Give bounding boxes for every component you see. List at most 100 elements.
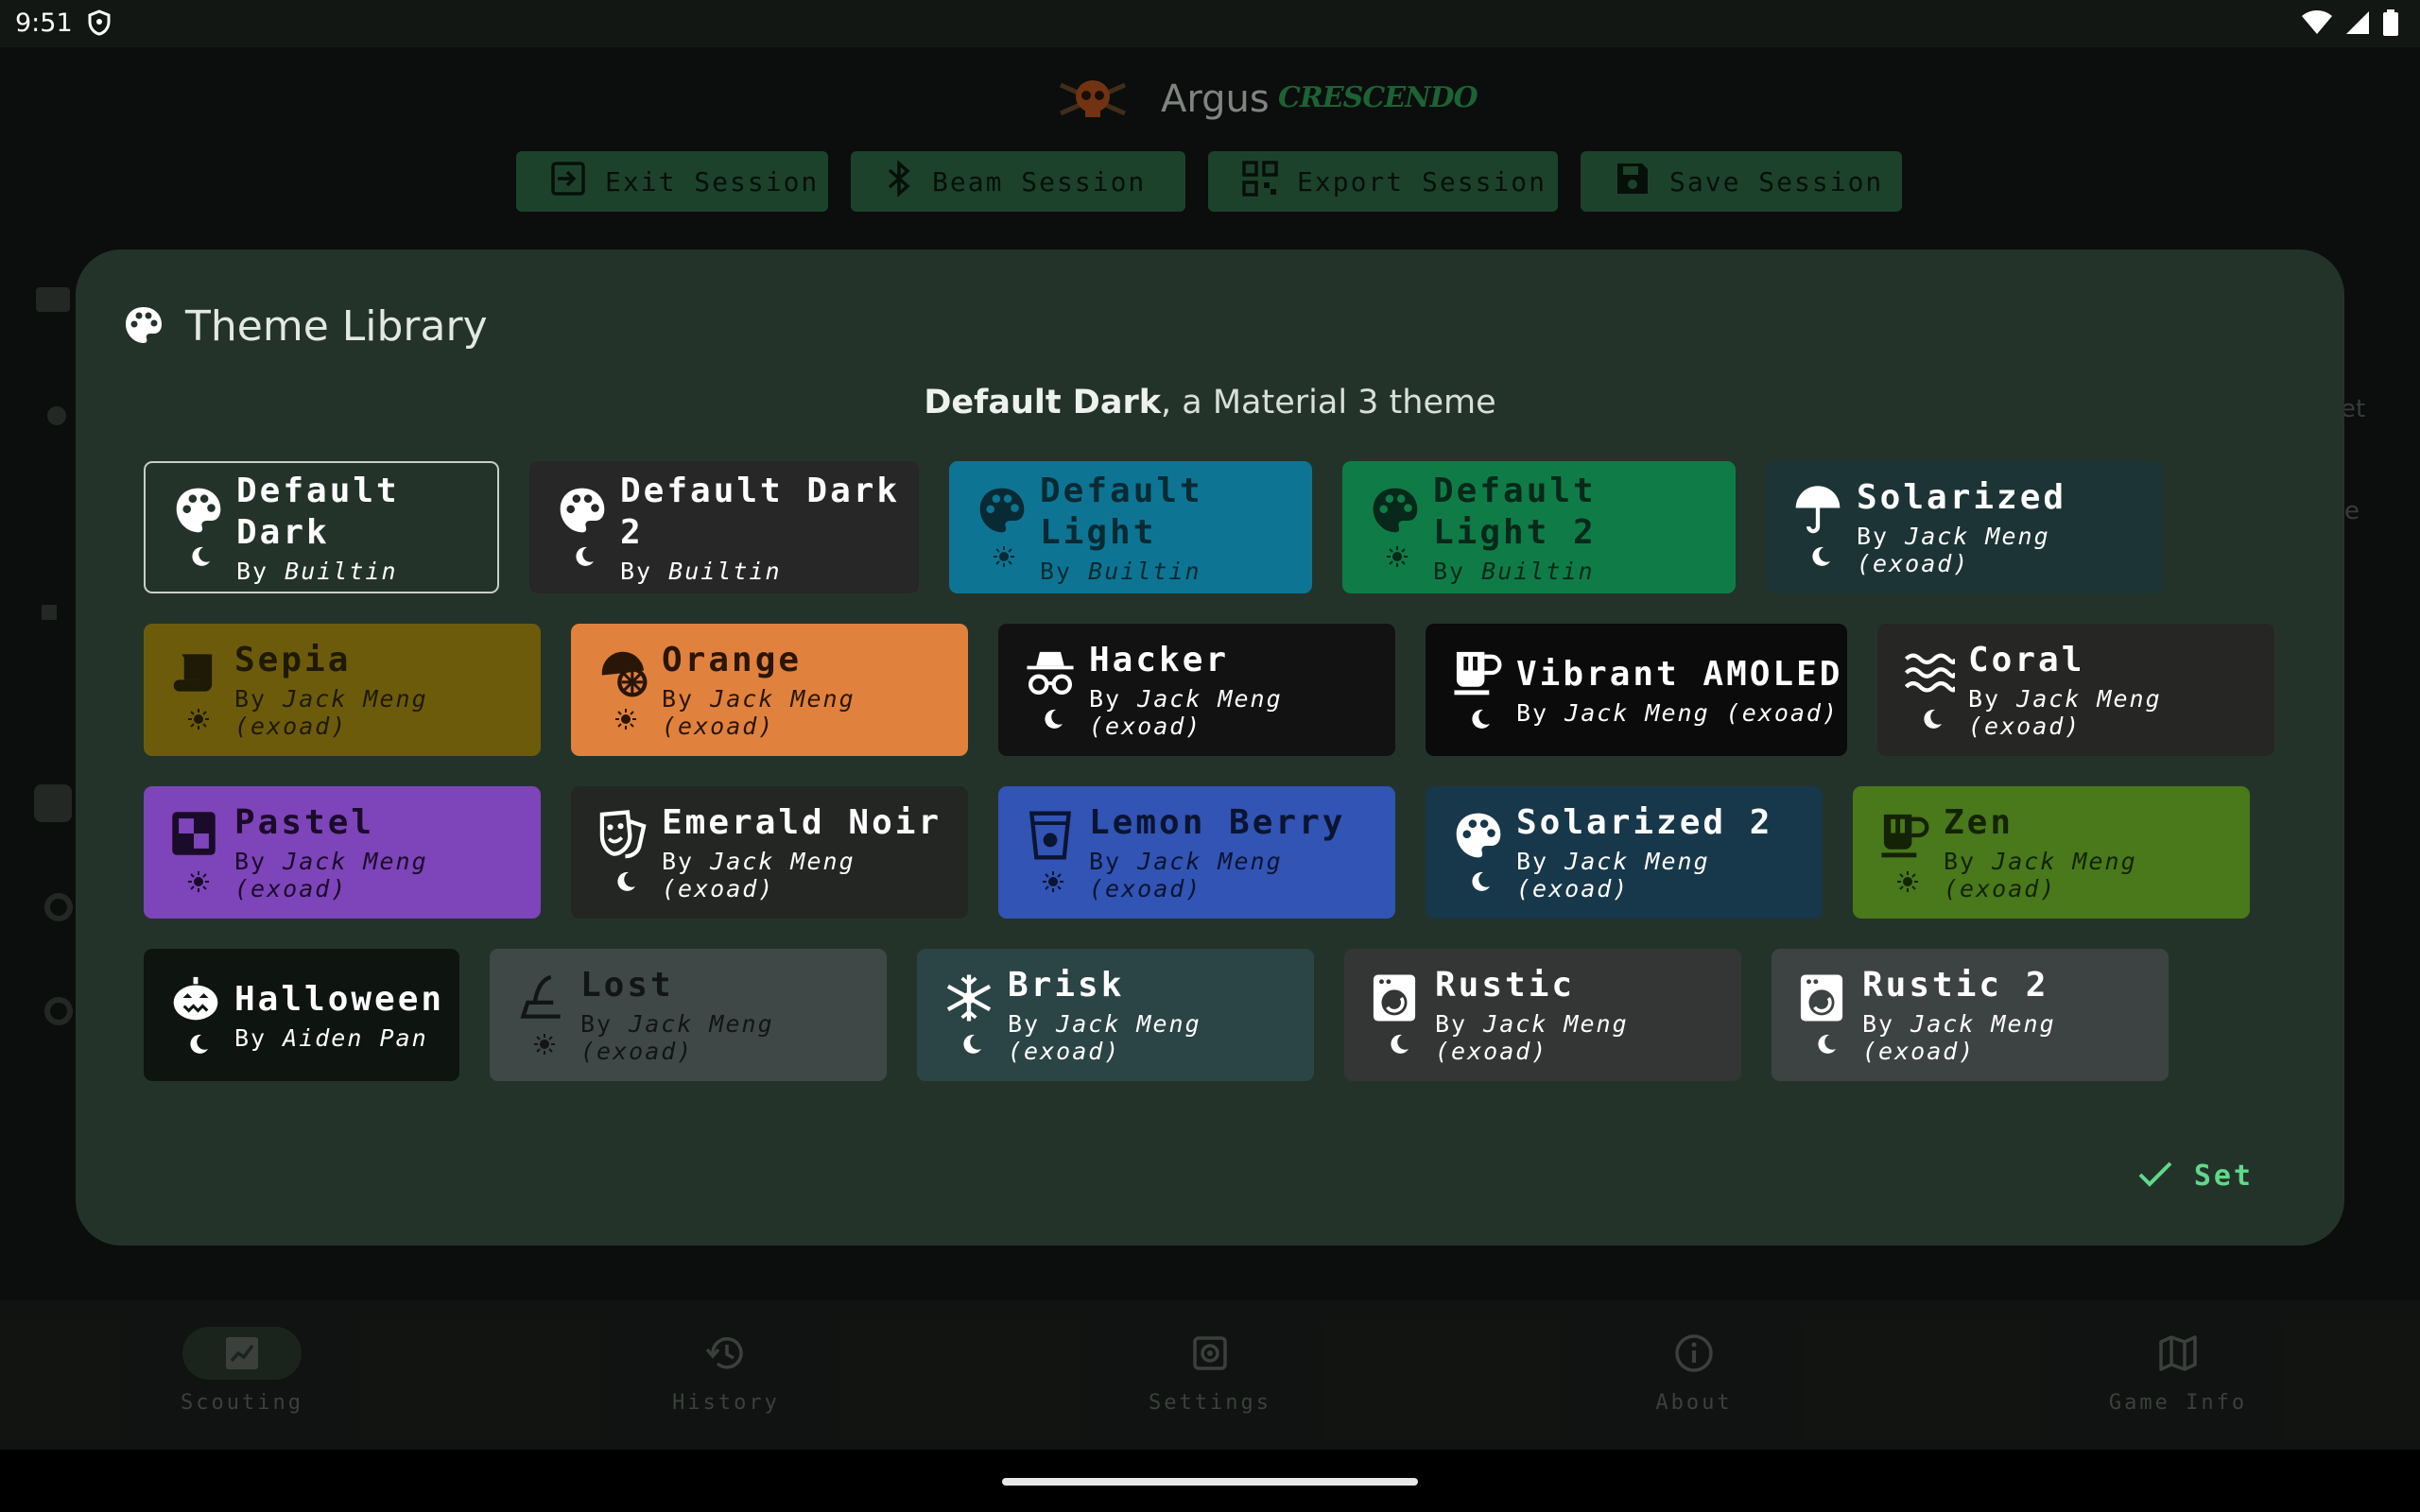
app-title: Argus — [1161, 77, 1270, 121]
palette-icon — [976, 485, 1028, 540]
check-icon — [2137, 1160, 2173, 1193]
mug-icon — [1879, 810, 1930, 865]
moon-icon — [1921, 708, 1944, 734]
theme-author: By Aiden Pan — [234, 1023, 428, 1052]
theme-card-orange[interactable]: Orange By Jack Meng (exoad) — [571, 624, 968, 756]
theme-card-vibrant-amoled[interactable]: Vibrant AMOLED By Jack Meng (exoad) — [1426, 624, 1847, 756]
theme-card-pastel[interactable]: Pastel By Jack Meng (exoad) — [144, 786, 541, 919]
moon-icon — [960, 1033, 983, 1059]
save-session-button[interactable]: Save Session — [1581, 151, 1902, 212]
theme-author: By Jack Meng (exoad) — [662, 848, 856, 902]
snowflake-icon — [943, 972, 994, 1027]
shapes-icon — [170, 810, 217, 861]
nav-settings[interactable]: Settings — [1097, 1327, 1323, 1415]
nav-scouting[interactable]: Scouting — [129, 1327, 355, 1415]
theme-card-zen[interactable]: Zen By Jack Meng (exoad) — [1853, 786, 2250, 919]
theme-name: Default Light — [1040, 471, 1203, 552]
theme-name: Brisk — [1008, 966, 1125, 1005]
moon-icon — [573, 545, 596, 572]
theme-author: By Jack Meng (exoad) — [1857, 523, 2050, 577]
theme-author: By Builtin — [620, 557, 782, 585]
nav-game-info[interactable]: Game Info — [2065, 1327, 2291, 1415]
exit-icon — [550, 161, 586, 203]
pumpkin-icon — [170, 972, 221, 1027]
background-icons — [28, 274, 76, 1314]
sun-icon — [1896, 870, 1919, 897]
dialog-title: Theme Library — [185, 302, 488, 351]
theme-card-coral[interactable]: Coral By Jack Meng (exoad) — [1877, 624, 2274, 756]
theme-card-halloween[interactable]: Halloween By Aiden Pan — [144, 949, 459, 1081]
settings-icon — [1097, 1327, 1323, 1380]
bluetooth-icon — [885, 159, 913, 203]
theme-author: By Builtin — [236, 557, 398, 585]
theme-name: Rustic 2 — [1862, 966, 2049, 1005]
theme-name: Default Dark — [236, 471, 400, 552]
theme-author: By Jack Meng (exoad) — [1944, 848, 2137, 902]
theme-name: Lost — [580, 966, 674, 1005]
washer-icon — [1371, 972, 1418, 1027]
selected-theme-suffix: , a Material 3 theme — [1161, 384, 1496, 421]
theme-card-sepia[interactable]: Sepia By Jack Meng (exoad) — [144, 624, 541, 756]
moon-icon — [1469, 708, 1492, 734]
sun-icon — [1042, 870, 1064, 897]
sun-icon — [187, 870, 210, 897]
waves-icon — [1904, 647, 1958, 702]
theme-card-rustic[interactable]: Rustic By Jack Meng (exoad) — [1344, 949, 1741, 1081]
theme-card-emerald-noir[interactable]: Emerald Noir By Jack Meng (exoad) — [571, 786, 968, 919]
theme-name: Default Light 2 — [1433, 471, 1597, 552]
gesture-handle[interactable] — [1002, 1478, 1418, 1486]
moon-icon — [1042, 708, 1064, 734]
theme-card-solarized-2[interactable]: Solarized 2 By Jack Meng (exoad) — [1426, 786, 1823, 919]
theme-author: By Jack Meng (exoad) — [662, 685, 856, 740]
theme-card-lemon-berry[interactable]: Lemon Berry By Jack Meng (exoad) — [998, 786, 1395, 919]
washer-icon — [1798, 972, 1845, 1027]
theme-author: By Builtin — [1433, 557, 1595, 585]
status-bar: 9:51 — [0, 0, 2420, 47]
nav-label: Settings — [1149, 1391, 1271, 1415]
moon-icon — [1388, 1033, 1410, 1059]
theme-author: By Jack Meng (exoad) — [1435, 1010, 1629, 1065]
selected-theme-name: Default Dark — [924, 384, 1162, 421]
palette-icon — [556, 485, 609, 540]
theme-card-brisk[interactable]: Brisk By Jack Meng (exoad) — [917, 949, 1314, 1081]
theme-card-default-light-2[interactable]: Default Light 2 By Builtin — [1342, 461, 1736, 593]
shield-icon — [87, 9, 112, 40]
theme-card-hacker[interactable]: Hacker By Jack Meng (exoad) — [998, 624, 1395, 756]
palette-icon — [1452, 810, 1505, 865]
save-icon — [1615, 161, 1651, 203]
theme-card-solarized[interactable]: Solarized By Jack Meng (exoad) — [1766, 461, 2163, 593]
theme-author: By Jack Meng (exoad) — [234, 685, 428, 740]
save-session-label: Save Session — [1669, 165, 1884, 198]
theme-card-default-light[interactable]: Default Light By Builtin — [949, 461, 1312, 593]
theme-name: Emerald Noir — [662, 803, 942, 842]
theme-card-default-dark[interactable]: Default Dark By Builtin — [144, 461, 499, 593]
theme-card-rustic-2[interactable]: Rustic 2 By Jack Meng (exoad) — [1772, 949, 2169, 1081]
exit-session-button[interactable]: Exit Session — [516, 151, 828, 212]
set-button[interactable]: Set — [2137, 1160, 2254, 1193]
brand-logo: CRESCENDO — [1278, 81, 1478, 114]
theme-card-default-dark-2[interactable]: Default Dark 2 By Builtin — [529, 461, 919, 593]
session-toolbar: Exit Session Beam Session Export Session… — [0, 151, 2420, 212]
beam-session-label: Beam Session — [932, 165, 1147, 198]
theme-name: Vibrant AMOLED — [1516, 654, 1843, 694]
moon-icon — [1469, 870, 1492, 897]
theme-name: Solarized — [1857, 478, 2067, 517]
theme-name: Pastel — [234, 803, 375, 842]
qr-code-icon — [1242, 160, 1278, 203]
moon-icon — [189, 545, 212, 572]
theme-name: Sepia — [234, 641, 352, 679]
export-session-button[interactable]: Export Session — [1208, 151, 1558, 212]
theme-card-lost[interactable]: Lost By Jack Meng (exoad) — [490, 949, 887, 1081]
theme-library-dialog: Theme Library Default Dark, a Material 3… — [76, 249, 2344, 1246]
theme-name: Hacker — [1089, 641, 1230, 679]
moon-icon — [614, 870, 637, 897]
mug-icon — [1452, 647, 1503, 702]
beam-session-button[interactable]: Beam Session — [851, 151, 1185, 212]
witch-hat-icon — [516, 972, 567, 1027]
moon-icon — [187, 1033, 210, 1059]
nav-history[interactable]: History — [613, 1327, 839, 1415]
info-icon — [1581, 1327, 1807, 1380]
status-time: 9:51 — [15, 9, 73, 38]
nav-about[interactable]: About — [1581, 1327, 1807, 1415]
scroll-icon — [170, 647, 221, 702]
